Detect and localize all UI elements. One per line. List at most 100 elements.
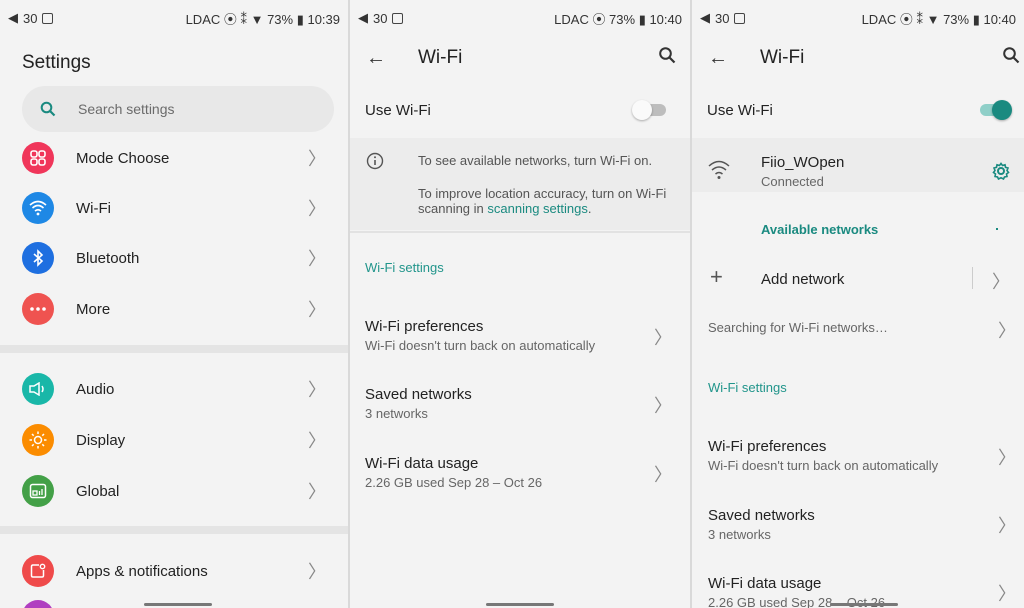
back-arrow-icon[interactable]: ← [708,47,732,70]
item-title: Wi-Fi preferences [708,438,827,455]
chevron-right-icon[interactable]: 〉 [992,268,1010,294]
search-icon[interactable] [1002,46,1020,64]
settings-item-mode-choose[interactable]: Mode Choose 〉 [0,134,348,182]
chevron-right-icon: 〉 [308,562,326,582]
nav-handle[interactable] [830,603,898,606]
info-area [350,138,690,230]
bluetooth-icon [22,242,54,274]
wifi-on-panel: ◀ 30 LDAC ⦿ ⁑ ▼ 73% ▮ 10:40 ← Wi-Fi Use W… [692,0,1024,608]
section-divider [0,345,348,353]
use-wifi-row[interactable]: Use Wi-Fi [350,82,690,138]
chevron-right-icon: 〉 [308,199,326,219]
available-networks-header: Available networks [761,222,879,237]
chevron-right-icon[interactable]: 〉 [998,317,1016,343]
notification-icon [392,12,404,24]
settings-item-wifi[interactable]: Wi-Fi 〉 [0,184,348,232]
wifi-preferences-item[interactable]: Wi-Fi preferences Wi-Fi doesn't turn bac… [365,318,665,353]
volume-level: 30 [23,10,38,26]
wifi-toggle-on[interactable] [980,100,1012,120]
item-subtitle: 3 networks [708,527,771,542]
wifi-off-panel: ◀ 30 LDAC ⦿ 73% ▮ 10:40 ← Wi-Fi Use Wi-Fi… [350,0,690,608]
add-network-row[interactable] [692,256,1024,302]
status-right-text: LDAC ⦿ ⁑ ▼ 73% ▮ 10:40 [861,11,1016,27]
info-text-1: To see available networks, turn Wi-Fi on… [418,153,653,168]
global-icon [22,475,54,507]
chevron-right-icon: 〉 [998,448,1016,468]
use-wifi-row[interactable]: Use Wi-Fi [692,82,1024,138]
back-arrow-icon[interactable]: ← [366,47,390,70]
page-title: Settings [22,52,91,73]
notification-icon [42,12,54,24]
item-title: Wi-Fi preferences [365,318,484,335]
nav-handle[interactable] [486,603,554,606]
item-subtitle: 2.26 GB used Sep 28 – Oct 26 [365,475,543,490]
volume-level: 30 [373,10,388,26]
wifi-toggle-off[interactable] [632,100,666,120]
apps-notifications-icon [22,555,54,587]
volume-level: 30 [715,10,730,26]
connected-network-row[interactable] [692,138,1024,192]
settings-item-label: Bluetooth [76,249,140,267]
section-header: Wi-Fi settings [365,260,444,275]
search-icon[interactable] [658,46,676,64]
settings-item-display[interactable]: Display 〉 [0,416,348,464]
volume-icon: ◀ [8,10,18,25]
chevron-right-icon: 〉 [654,465,672,485]
status-bar: ◀ 30 LDAC ⦿ ⁑ ▼ 73% ▮ 10:39 [0,0,348,36]
toggle-knob [992,100,1012,120]
wifi-signal-icon [708,160,730,179]
settings-item-more[interactable]: More 〉 [0,285,348,333]
progress-dot [996,228,998,230]
chevron-right-icon: 〉 [308,300,326,320]
notification-icon [734,12,746,24]
toggle-knob [632,100,652,120]
item-title: Wi-Fi data usage [708,575,822,592]
item-title: Wi-Fi data usage [365,455,479,472]
brightness-icon [22,424,54,456]
search-bar[interactable] [22,86,334,132]
use-wifi-label: Use Wi-Fi [707,101,773,119]
settings-item-global[interactable]: Global 〉 [0,467,348,515]
page-title: Wi-Fi [760,47,805,68]
settings-item-apps-notifications[interactable]: Apps & notifications 〉 [0,547,348,595]
saved-networks-item[interactable]: Saved networks 3 networks [365,386,665,421]
status-right-text: LDAC ⦿ 73% ▮ 10:40 [554,11,682,27]
scanning-settings-link[interactable]: scanning settings [487,201,587,216]
chevron-right-icon: 〉 [308,431,326,451]
info-divider [350,231,690,233]
chevron-right-icon: 〉 [308,380,326,400]
settings-item-label: Apps & notifications [76,562,208,580]
item-title: Saved networks [708,507,815,524]
network-status: Connected [761,174,824,189]
settings-item-audio[interactable]: Audio 〉 [0,365,348,413]
gear-icon[interactable] [992,162,1010,180]
info-icon [366,152,384,170]
plus-icon: + [710,264,723,289]
settings-item-bluetooth[interactable]: Bluetooth 〉 [0,234,348,282]
page-title: Wi-Fi [418,47,463,68]
status-bar: ◀ 30 LDAC ⦿ 73% ▮ 10:40 [350,0,690,36]
wifi-icon [22,192,54,224]
settings-item-label: More [76,300,111,318]
wifi-preferences-item[interactable]: Wi-Fi preferences Wi-Fi doesn't turn bac… [708,438,1008,473]
item-subtitle: 3 networks [365,406,428,421]
info-text-2: To improve location accuracy, turn on Wi… [418,186,667,216]
use-wifi-label: Use Wi-Fi [365,101,431,119]
settings-item-label: Wi-Fi [76,199,111,217]
nav-handle[interactable] [144,603,212,606]
status-bar: ◀ 30 LDAC ⦿ ⁑ ▼ 73% ▮ 10:40 [692,0,1024,36]
more-dots-icon [22,293,54,325]
section-header: Wi-Fi settings [708,380,787,395]
item-subtitle: Wi-Fi doesn't turn back on automatically [365,338,596,353]
section-divider [0,526,348,534]
search-input[interactable] [78,101,298,117]
separator [972,267,973,289]
item-subtitle: 2.26 GB used Sep 28 – Oct 26 [708,595,886,608]
chevron-right-icon: 〉 [308,149,326,169]
volume-icon: ◀ [700,10,710,25]
wifi-data-usage-item[interactable]: Wi-Fi data usage 2.26 GB used Sep 28 – O… [365,455,665,490]
item-subtitle: Wi-Fi doesn't turn back on automatically [708,458,939,473]
chevron-right-icon: 〉 [654,396,672,416]
saved-networks-item[interactable]: Saved networks 3 networks [708,507,1008,542]
audio-icon [22,373,54,405]
